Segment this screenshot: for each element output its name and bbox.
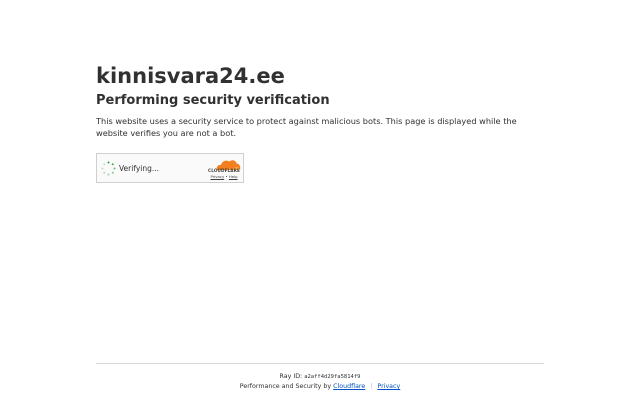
cloudflare-wordmark: CLOUDFLARE	[208, 168, 240, 173]
verification-heading: Performing security verification	[96, 93, 330, 108]
footer-separator: |	[370, 383, 373, 390]
verifying-status: Verifying...	[119, 164, 160, 173]
widget-help-link[interactable]: Help	[229, 174, 238, 179]
performance-row: Performance and Security by Cloudflare |…	[96, 382, 544, 392]
widget-privacy-link[interactable]: Privacy	[210, 174, 224, 179]
challenge-page: kinnisvara24.ee Performing security veri…	[0, 0, 640, 400]
ray-id-value: a2aff4d29fa5814f9	[304, 374, 361, 380]
spinner-icon	[101, 161, 116, 176]
privacy-link[interactable]: Privacy	[377, 383, 400, 390]
turnstile-widget[interactable]: Verifying... CLOUDFLARE Privacy • Help	[96, 153, 244, 183]
main-content: kinnisvara24.ee Performing security veri…	[96, 62, 546, 139]
widget-link-separator: •	[225, 174, 228, 179]
cloudflare-link[interactable]: Cloudflare	[333, 383, 365, 390]
verification-description: This website uses a security service to …	[96, 116, 517, 138]
performance-text: Performance and Security by	[239, 383, 332, 390]
ray-id-row: Ray ID: a2aff4d29fa5814f9	[96, 372, 544, 382]
ray-id-label: Ray ID:	[279, 373, 303, 380]
widget-links: Privacy • Help	[205, 174, 243, 179]
site-title: kinnisvara24.ee	[96, 64, 285, 88]
footer: Ray ID: a2aff4d29fa5814f9 Performance an…	[96, 363, 544, 392]
